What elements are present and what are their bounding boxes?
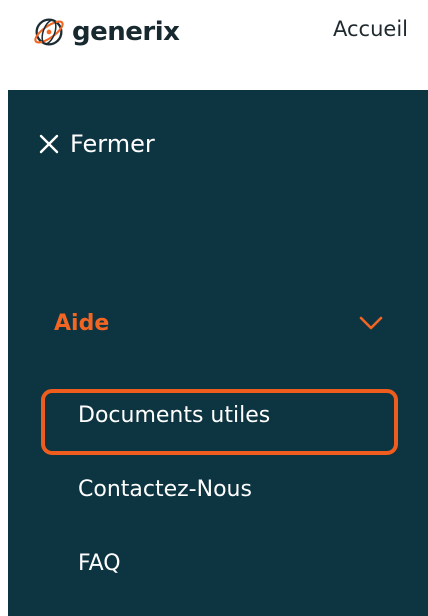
close-icon	[39, 134, 59, 154]
close-menu-button[interactable]: Fermer	[38, 130, 155, 158]
menu-section-aide[interactable]: Aide	[54, 306, 384, 340]
top-header: generix Accueil	[0, 0, 428, 86]
menu-item-faq[interactable]: FAQ	[78, 551, 121, 576]
close-menu-label: Fermer	[70, 130, 155, 158]
side-menu-panel: Fermer Aide Documents utiles Contactez-N…	[8, 90, 428, 616]
home-link[interactable]: Accueil	[333, 17, 408, 41]
menu-item-contactez-nous[interactable]: Contactez-Nous	[78, 477, 252, 502]
chevron-down-icon	[359, 316, 383, 330]
menu-item-documents-utiles[interactable]: Documents utiles	[78, 403, 270, 428]
menu-section-label: Aide	[54, 310, 110, 336]
generix-globe-logo-icon	[34, 18, 64, 46]
generix-logo[interactable]: generix	[30, 12, 180, 52]
logo-wordmark: generix	[72, 17, 180, 47]
